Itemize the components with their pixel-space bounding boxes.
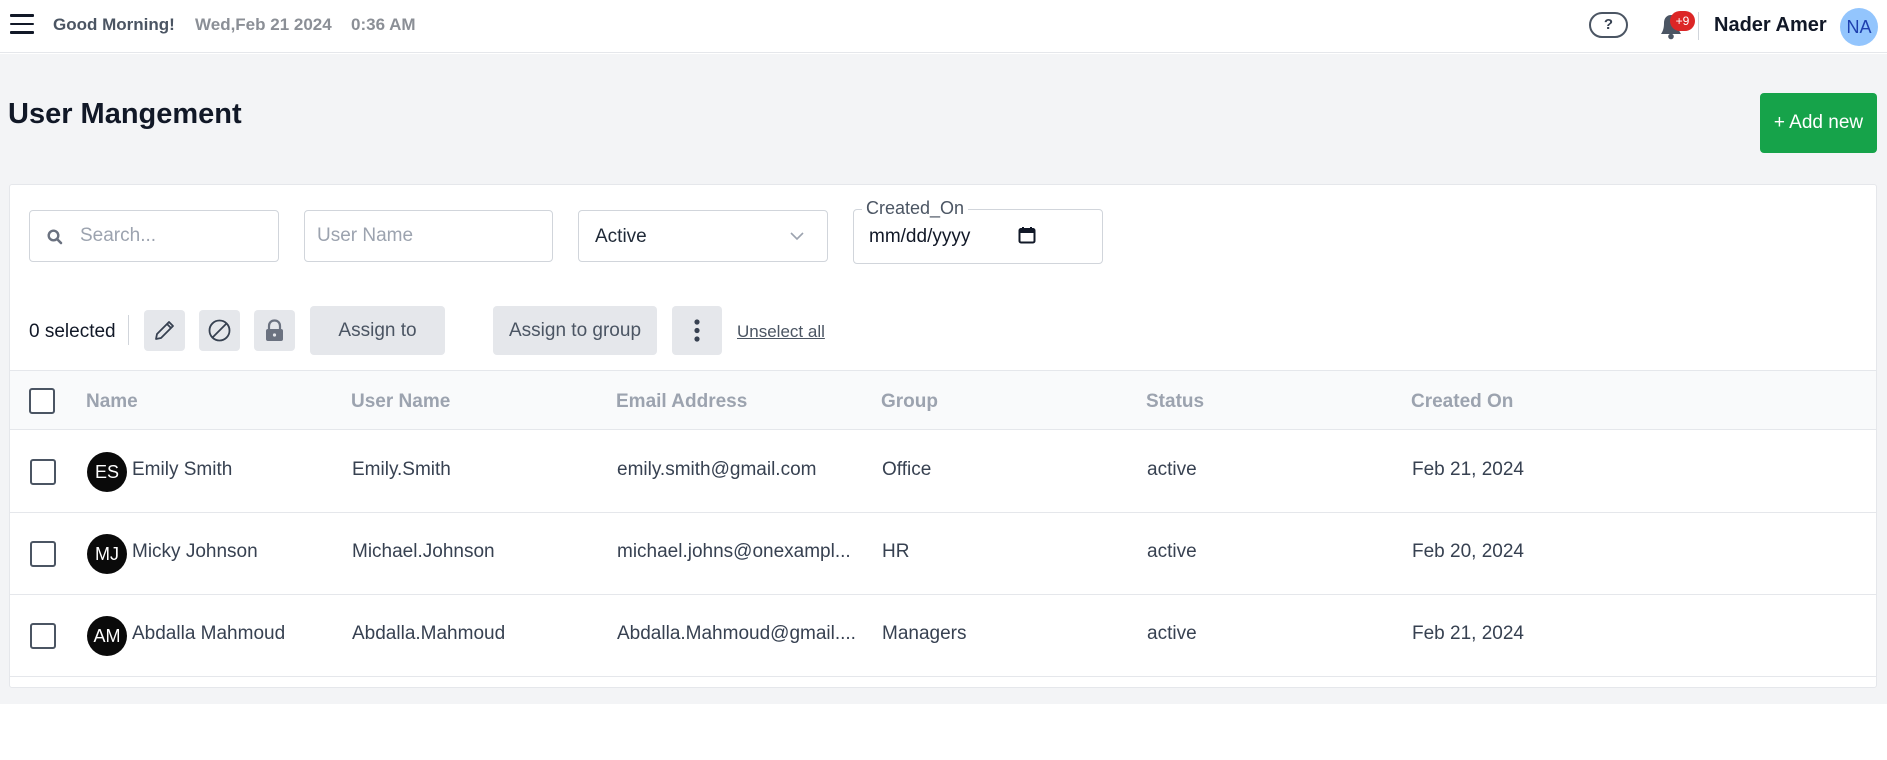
user-avatar[interactable]: NA <box>1840 8 1878 46</box>
username-input[interactable] <box>317 221 542 251</box>
user-name[interactable]: Nader Amer <box>1714 14 1827 37</box>
pencil-icon <box>155 321 174 340</box>
search-input[interactable] <box>80 221 270 251</box>
row-username: Emily.Smith <box>352 459 451 480</box>
avatar: MJ <box>87 534 127 574</box>
row-status: active <box>1147 459 1197 480</box>
toolbar-divider <box>128 315 129 345</box>
row-checkbox[interactable] <box>30 623 56 649</box>
row-created-on: Feb 21, 2024 <box>1412 623 1524 644</box>
row-group: Office <box>882 459 932 480</box>
row-name: Micky Johnson <box>132 541 258 562</box>
created-on-label: Created_On <box>862 198 969 219</box>
row-group: HR <box>882 541 910 562</box>
help-button[interactable]: ? <box>1589 12 1628 38</box>
select-all-checkbox[interactable] <box>29 388 55 414</box>
notification-badge: +9 <box>1670 11 1695 31</box>
row-email: emily.smith@gmail.com <box>617 459 817 480</box>
more-vertical-icon <box>694 319 700 342</box>
row-checkbox[interactable] <box>30 541 56 567</box>
assign-to-profile-button[interactable]: Assign to Profile <box>310 306 445 390</box>
avatar: ES <box>87 452 127 492</box>
menu-icon[interactable] <box>10 14 34 36</box>
greeting-text: Good Morning! <box>53 15 175 34</box>
status-select-value: Active <box>595 226 647 247</box>
row-checkbox[interactable] <box>30 459 56 485</box>
created-on-filter[interactable]: Created_On mm/dd/yyyy <box>853 198 1103 264</box>
current-time: 0:36 AM <box>351 15 416 34</box>
username-filter[interactable] <box>304 210 553 262</box>
top-bar: Good Morning! Wed,Feb 21 2024 0:36 AM ? … <box>0 0 1887 53</box>
deactivate-button[interactable] <box>199 310 240 351</box>
row-created-on: Feb 21, 2024 <box>1412 459 1524 480</box>
table-row[interactable]: AM Abdalla Mahmoud Abdalla.Mahmoud Abdal… <box>10 595 1876 677</box>
header-divider <box>1698 12 1699 40</box>
table-row[interactable]: MJ Micky Johnson Michael.Johnson michael… <box>10 513 1876 595</box>
column-header-email[interactable]: Email Address <box>616 391 747 413</box>
row-group: Managers <box>882 623 967 644</box>
chevron-down-icon <box>790 232 804 241</box>
column-header-username[interactable]: User Name <box>351 391 450 413</box>
row-status: active <box>1147 623 1197 644</box>
calendar-icon[interactable] <box>1018 226 1036 244</box>
ban-icon <box>208 319 231 342</box>
row-name: Emily Smith <box>132 459 233 480</box>
search-box[interactable] <box>29 210 279 262</box>
edit-button[interactable] <box>144 310 185 351</box>
current-date: Wed,Feb 21 2024 <box>195 15 332 34</box>
table-header: Name User Name Email Address Group Statu… <box>10 370 1876 430</box>
row-username: Michael.Johnson <box>352 541 495 562</box>
unselect-all-link[interactable]: Unselect all <box>737 322 825 342</box>
lock-button[interactable] <box>254 310 295 351</box>
row-name: Abdalla Mahmoud <box>132 623 286 644</box>
assign-to-group-button[interactable]: Assign to group <box>493 306 657 355</box>
column-header-created-on[interactable]: Created On <box>1411 391 1513 413</box>
row-email: michael.johns@onexampl... <box>617 541 851 562</box>
row-created-on: Feb 20, 2024 <box>1412 541 1524 562</box>
row-username: Abdalla.Mahmoud <box>352 623 506 644</box>
selected-count: 0 selected <box>29 321 116 342</box>
main-content: User Mangement + Add new Active Created_… <box>0 54 1887 704</box>
column-header-group[interactable]: Group <box>881 391 938 413</box>
table-row[interactable]: ES Emily Smith Emily.Smith emily.smith@g… <box>10 431 1876 513</box>
row-status: active <box>1147 541 1197 562</box>
search-icon <box>47 229 63 245</box>
lock-icon <box>266 319 283 341</box>
column-header-status[interactable]: Status <box>1146 391 1204 413</box>
page-title: User Mangement <box>8 98 242 130</box>
column-header-name[interactable]: Name <box>86 391 138 413</box>
status-select[interactable]: Active <box>578 210 828 262</box>
created-on-input[interactable]: mm/dd/yyyy <box>869 226 970 248</box>
add-new-button[interactable]: + Add new <box>1760 93 1877 153</box>
row-email: Abdalla.Mahmoud@gmail.... <box>617 623 856 644</box>
users-card: Active Created_On mm/dd/yyyy 0 selected <box>9 184 1877 688</box>
avatar: AM <box>87 616 127 656</box>
more-actions-button[interactable] <box>672 306 722 355</box>
